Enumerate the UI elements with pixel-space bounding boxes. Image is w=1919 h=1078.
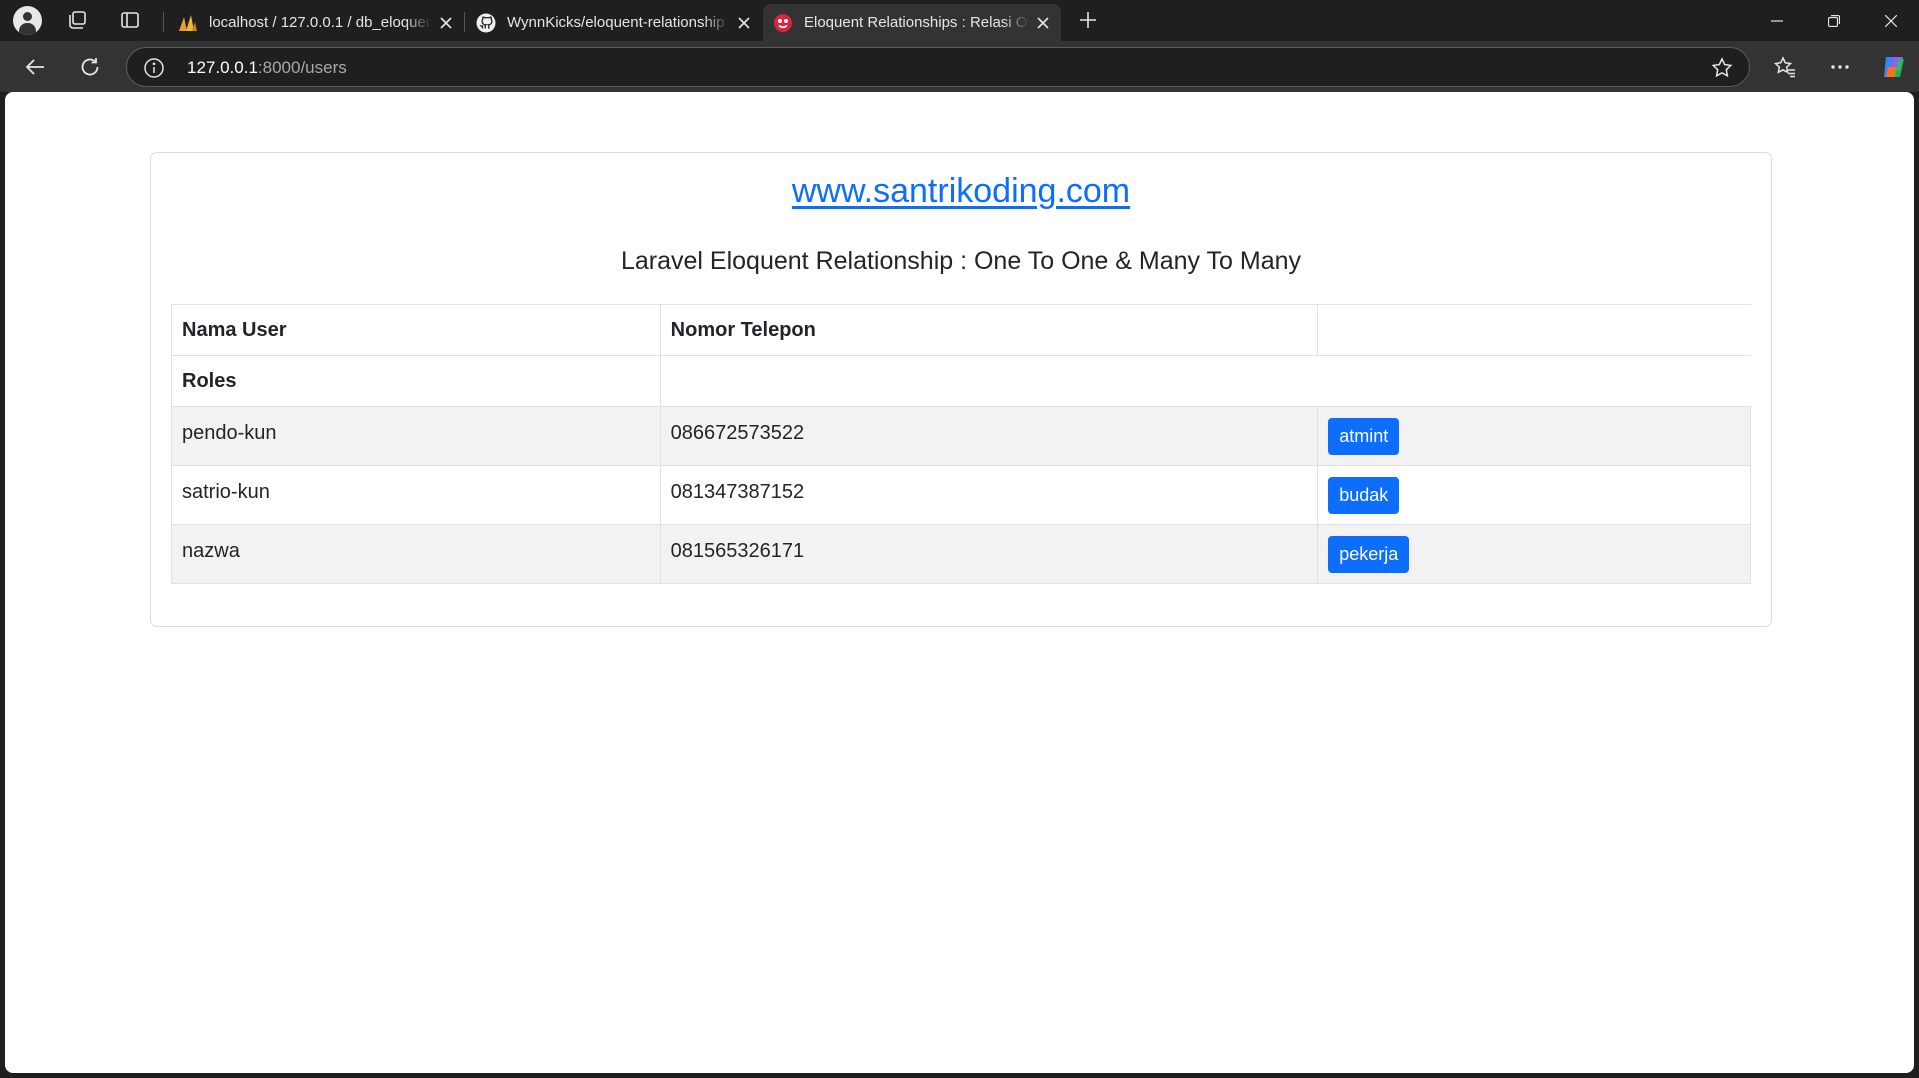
tab-eloquent-relationships[interactable]: Eloquent Relationships : Relasi One To O… [763, 4, 1061, 41]
table-header-row: Roles [171, 355, 1751, 407]
user-name: satrio-kun [171, 465, 661, 525]
page-viewport: www.santrikoding.com Laravel Eloquent Re… [5, 92, 1914, 1073]
back-button[interactable] [18, 50, 52, 84]
new-tab-button[interactable] [1072, 4, 1104, 36]
users-table: Nama User Nomor Telepon Roles pendo-kun … [171, 304, 1751, 584]
copilot-button[interactable] [1877, 50, 1911, 84]
more-menu-button[interactable] [1823, 50, 1857, 84]
header-name: Nama User [171, 304, 661, 356]
close-window-button[interactable] [1863, 0, 1919, 41]
minimize-button[interactable] [1749, 0, 1805, 41]
plus-icon [1080, 12, 1096, 28]
user-roles: atmint [1317, 406, 1751, 466]
favorites-button[interactable] [1768, 50, 1802, 84]
restore-button[interactable] [1806, 0, 1862, 41]
favorites-icon [1774, 56, 1795, 78]
github-icon [476, 13, 496, 33]
user-roles: budak [1317, 465, 1751, 525]
header-empty [1317, 304, 1751, 356]
workspaces-icon [69, 11, 86, 29]
more-icon [1831, 65, 1849, 69]
user-phone: 081347387152 [659, 465, 1319, 525]
address-bar[interactable]: 127.0.0.1:8000/users [126, 47, 1750, 87]
page-subtitle: Laravel Eloquent Relationship : One To O… [620, 247, 1302, 275]
tab-github[interactable]: WynnKicks/eloquent-relationship [466, 4, 762, 41]
role-badge: budak [1328, 476, 1400, 514]
content-card: www.santrikoding.com Laravel Eloquent Re… [150, 152, 1772, 627]
back-arrow-icon [25, 59, 44, 75]
header-phone: Nomor Telepon [659, 304, 1319, 356]
vertical-tabs-button[interactable] [114, 4, 146, 36]
table-row: pendo-kun 086672573522 atmint [171, 406, 1751, 466]
santrikoding-icon [773, 13, 793, 33]
profile-button[interactable] [11, 4, 43, 36]
url-host: 127.0.0.1 [187, 58, 258, 77]
site-link[interactable]: www.santrikoding.com [151, 172, 1771, 211]
user-name: pendo-kun [171, 406, 661, 466]
tab-strip: localhost / 127.0.0.1 / db_eloquent Wynn… [0, 0, 1919, 41]
tab-divider [163, 12, 164, 32]
url-text: 127.0.0.1:8000/users [187, 58, 347, 78]
header-roles: Roles [171, 355, 661, 407]
tab-title: Eloquent Relationships : Relasi One To O… [804, 14, 1029, 31]
copilot-icon [1884, 57, 1904, 77]
user-phone: 086672573522 [659, 406, 1319, 466]
workspaces-button[interactable] [61, 4, 93, 36]
user-name: nazwa [171, 524, 661, 584]
tab-actions-icon [121, 12, 139, 28]
close-tab-icon[interactable] [1029, 9, 1057, 37]
header-empty [659, 355, 1751, 407]
table-row: satrio-kun 081347387152 budak [171, 465, 1751, 525]
tab-title: WynnKicks/eloquent-relationship [507, 14, 725, 31]
tab-title: localhost / 127.0.0.1 / db_eloquent [209, 14, 432, 31]
phpmyadmin-icon [178, 13, 198, 33]
table-header-row: Nama User Nomor Telepon [171, 304, 1751, 356]
restore-icon [1828, 14, 1840, 27]
browser-toolbar: 127.0.0.1:8000/users [0, 41, 1919, 92]
role-badge: pekerja [1328, 535, 1410, 573]
table-row: nazwa 081565326171 pekerja [171, 524, 1751, 584]
url-path: :8000/users [257, 58, 347, 77]
role-badge: atmint [1328, 417, 1400, 455]
reload-icon [81, 58, 99, 76]
user-phone: 081565326171 [659, 524, 1319, 584]
close-tab-icon[interactable] [432, 9, 460, 37]
tab-divider [464, 12, 465, 32]
favorite-star-icon[interactable] [1711, 57, 1733, 79]
profile-avatar-icon [12, 5, 42, 35]
reload-button[interactable] [73, 50, 107, 84]
close-tab-icon[interactable] [730, 9, 758, 37]
user-roles: pekerja [1317, 524, 1751, 584]
minimize-icon [1771, 19, 1783, 22]
tab-phpmyadmin[interactable]: localhost / 127.0.0.1 / db_eloquent [168, 4, 464, 41]
site-info-icon[interactable] [143, 57, 165, 79]
close-icon [1885, 14, 1897, 27]
